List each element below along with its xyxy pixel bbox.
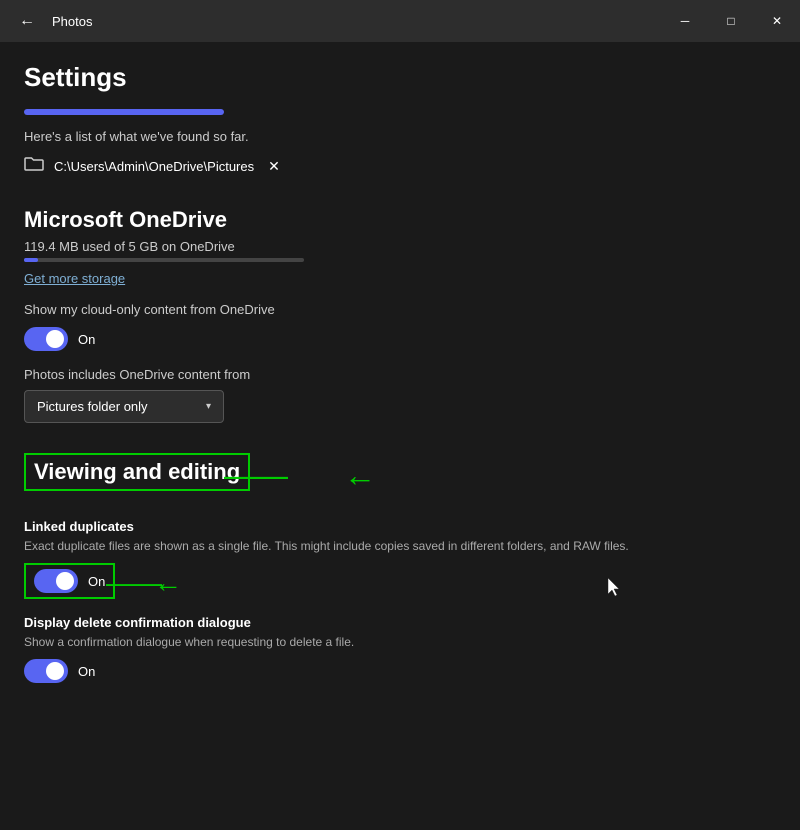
window-controls: ─ □ ✕ — [662, 0, 800, 42]
onedrive-content-dropdown-row: Photos includes OneDrive content from Pi… — [24, 367, 776, 423]
more-storage-link[interactable]: Get more storage — [24, 271, 125, 286]
onedrive-section-title: Microsoft OneDrive — [24, 207, 776, 233]
close-button[interactable]: ✕ — [754, 0, 800, 42]
delete-confirmation-title: Display delete confirmation dialogue — [24, 615, 776, 630]
linked-duplicates-toggle[interactable] — [34, 569, 78, 593]
title-bar-left: ← Photos — [12, 6, 92, 36]
toggle-track — [24, 327, 68, 351]
cloud-toggle[interactable] — [24, 327, 68, 351]
folder-path: C:\Users\Admin\OneDrive\Pictures — [54, 159, 254, 174]
back-button[interactable]: ← — [12, 6, 42, 36]
show-cloud-label: Show my cloud-only content from OneDrive — [24, 302, 776, 317]
toggle-thumb-2 — [56, 572, 74, 590]
linked-duplicates-desc: Exact duplicate files are shown as a sin… — [24, 537, 776, 555]
linked-duplicates-toggle-box: On — [24, 563, 115, 599]
linked-duplicates-block: Linked duplicates Exact duplicate files … — [24, 519, 776, 599]
linked-duplicates-toggle-label: On — [88, 574, 105, 589]
delete-confirmation-desc: Show a confirmation dialogue when reques… — [24, 633, 776, 651]
toggle-thumb-3 — [46, 662, 64, 680]
maximize-button[interactable]: □ — [708, 0, 754, 42]
page-title: Settings — [24, 62, 776, 93]
delete-toggle-row: On — [24, 659, 776, 683]
delete-confirmation-block: Display delete confirmation dialogue Sho… — [24, 615, 776, 683]
storage-bar-fill — [24, 258, 38, 262]
toggle-thumb — [46, 330, 64, 348]
dropdown-value: Pictures folder only — [37, 399, 148, 414]
folder-icon — [24, 156, 44, 177]
viewing-editing-heading-box: Viewing and editing — [24, 453, 250, 491]
folder-item: C:\Users\Admin\OneDrive\Pictures ✕ — [24, 156, 776, 177]
annotation-line-1: —— — [224, 457, 288, 494]
delete-toggle[interactable] — [24, 659, 68, 683]
storage-bar — [24, 258, 304, 262]
storage-text: 119.4 MB used of 5 GB on OneDrive — [24, 239, 776, 254]
app-title: Photos — [52, 14, 92, 29]
includes-from-label: Photos includes OneDrive content from — [24, 367, 776, 382]
pictures-folder-dropdown[interactable]: Pictures folder only ▾ — [24, 390, 224, 423]
cloud-toggle-row: On — [24, 327, 776, 351]
found-text: Here's a list of what we've found so far… — [24, 129, 776, 144]
settings-content: Settings Here's a list of what we've fou… — [0, 42, 800, 719]
annotation-line-2: —— — [106, 567, 162, 599]
delete-toggle-label: On — [78, 664, 95, 679]
progress-bar — [24, 109, 224, 115]
folder-remove-button[interactable]: ✕ — [268, 158, 280, 175]
title-bar: ← Photos ─ □ ✕ — [0, 0, 800, 42]
chevron-down-icon: ▾ — [206, 401, 211, 412]
toggle-track-2 — [34, 569, 78, 593]
annotation-arrow-1: ← — [344, 457, 376, 494]
minimize-button[interactable]: ─ — [662, 0, 708, 42]
cloud-toggle-label: On — [78, 332, 95, 347]
linked-duplicates-title: Linked duplicates — [24, 519, 776, 534]
viewing-editing-title: Viewing and editing — [34, 459, 240, 484]
toggle-track-3 — [24, 659, 68, 683]
